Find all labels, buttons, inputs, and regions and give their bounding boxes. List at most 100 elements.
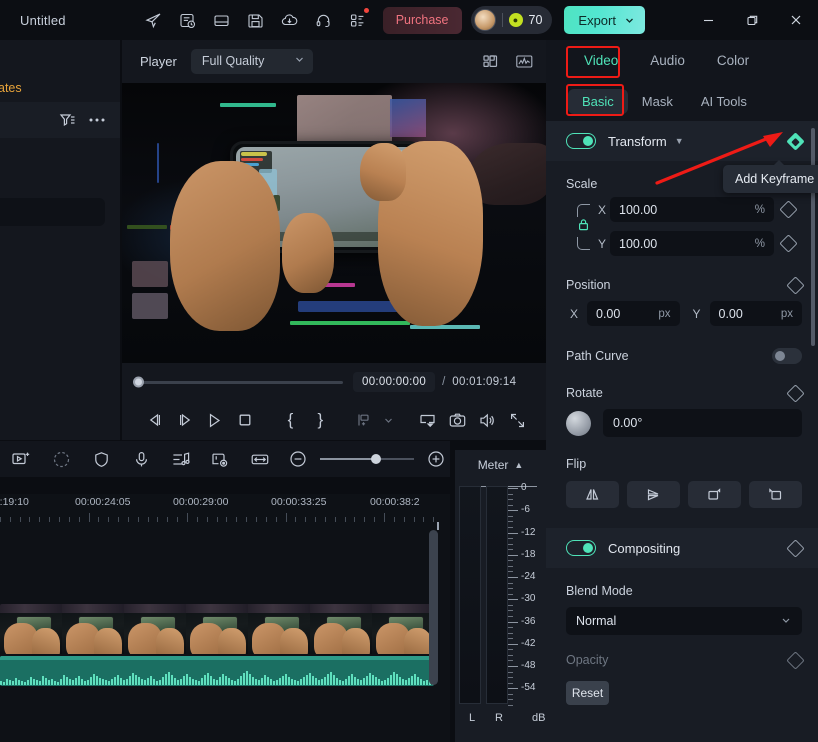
chevron-down-icon[interactable]: ▼ [675,136,684,146]
waveform-bar [135,675,137,685]
filter-icon[interactable] [59,112,76,129]
scale-y-input[interactable]: 100.00 % [610,231,774,256]
flip-vertical-button[interactable] [627,481,680,508]
export-button[interactable]: Export [564,6,645,34]
fit-to-screen-icon[interactable] [240,445,280,473]
seek-handle[interactable] [133,376,144,388]
current-timecode[interactable]: 00:00:00:00 [353,372,436,392]
position-y-input[interactable]: 0.00 px [709,301,802,326]
collapse-caret-icon[interactable]: ▲ [514,460,523,470]
next-frame-button[interactable] [170,405,200,435]
headset-support-icon[interactable] [311,7,337,33]
layout-icon[interactable] [209,7,235,33]
timeline-playhead[interactable] [437,522,439,530]
waveform-bar [417,677,419,685]
rotate-left-button[interactable] [749,481,802,508]
grid-view-icon[interactable] [482,53,499,70]
compositing-toggle[interactable] [566,540,596,556]
save-icon[interactable] [243,7,269,33]
waveform-bar [258,680,260,685]
credits-widget[interactable]: ● 70 [470,6,553,34]
fullscreen-button[interactable] [502,405,532,435]
blend-mode-select[interactable]: Normal [566,607,802,635]
reset-button[interactable]: Reset [566,681,609,705]
path-curve-toggle[interactable] [772,348,802,364]
send-icon[interactable] [141,7,167,33]
user-avatar[interactable] [473,9,496,31]
scale-y-keyframe-icon[interactable] [778,234,798,253]
quality-select[interactable]: Full Quality [190,48,313,74]
tab-video[interactable]: Video [568,40,634,81]
zoom-slider-track[interactable] [320,454,415,464]
tab-audio[interactable]: Audio [634,40,701,81]
timeline-vertical-scrollbar[interactable] [429,530,438,685]
chevron-down-icon [294,54,305,68]
stop-button[interactable] [230,405,260,435]
position-x-input[interactable]: 0.00 px [587,301,680,326]
mark-out-button[interactable]: } [305,405,335,435]
add-keyframe-diamond-icon[interactable] [786,131,805,151]
thumb-hand [94,628,122,654]
meter-tick-major [508,554,518,556]
minimize-button[interactable] [686,0,730,40]
left-panel-active-tab[interactable]: ates [0,81,22,95]
scopes-icon[interactable] [515,53,534,70]
auto-cut-icon[interactable] [2,445,42,473]
rotate-dial[interactable] [566,410,591,436]
opacity-keyframe-icon[interactable] [786,650,805,670]
subtab-basic[interactable]: Basic [568,88,628,114]
properties-scrollbar[interactable] [811,128,815,346]
meter-tick-major [508,510,518,512]
waveform-bar [42,676,44,685]
timeline-tracks[interactable] [0,522,450,742]
display-settings-button[interactable] [412,405,442,435]
more-options-icon[interactable] [88,117,106,123]
rotate-right-button[interactable] [688,481,741,508]
transform-toggle[interactable] [566,133,596,149]
auto-reframe-icon[interactable] [42,445,82,473]
subtab-aitools[interactable]: AI Tools [687,89,761,114]
maximize-button[interactable] [730,0,774,40]
volume-button[interactable] [472,405,502,435]
audio-clip[interactable] [0,656,434,686]
previous-frame-button[interactable] [140,405,170,435]
zoom-in-icon[interactable] [422,445,450,473]
tab-color[interactable]: Color [701,40,765,81]
meter-header[interactable]: Meter ▲ [455,450,546,480]
lock-aspect-ratio-icon[interactable] [577,218,590,236]
mark-in-button[interactable]: { [276,405,306,435]
timeline-ruler[interactable]: 00:19:10 00:00:24:05 00:00:29:00 00:00:3… [0,494,450,522]
video-clip[interactable] [0,604,434,654]
game-hud-bar [241,152,267,156]
zoom-out-icon[interactable] [284,445,312,473]
add-marker-button[interactable] [349,405,379,435]
purchase-button[interactable]: Purchase [382,6,462,34]
thumb-bg [124,604,186,613]
silence-detect-icon[interactable] [201,445,241,473]
voiceover-mic-icon[interactable] [121,445,161,473]
shield-sticker-icon[interactable] [81,445,121,473]
zoom-slider-handle[interactable] [371,454,382,464]
rotate-keyframe-icon[interactable] [786,383,805,403]
scale-x-keyframe-icon[interactable] [778,200,798,219]
cloud-download-icon[interactable] [277,7,303,33]
play-button[interactable] [200,405,230,435]
snapshot-button[interactable] [442,405,472,435]
waveform-bar [48,680,50,685]
position-label: Position [566,278,611,292]
waveform-bar [36,680,38,685]
left-panel-search-field[interactable] [0,198,105,226]
history-list-icon[interactable] [175,7,201,33]
rotate-input[interactable]: 0.00° [603,409,802,437]
compositing-keyframe-icon[interactable] [786,538,805,558]
seek-slider[interactable] [133,376,343,388]
beat-detect-icon[interactable] [161,445,201,473]
flip-horizontal-button[interactable] [566,481,619,508]
scale-x-input[interactable]: 100.00 % [610,197,774,222]
marker-dropdown-button[interactable] [379,405,398,435]
close-button[interactable] [774,0,818,40]
position-keyframe-icon[interactable] [786,275,805,295]
apps-grid-icon[interactable] [345,7,371,33]
video-preview[interactable] [122,83,546,363]
subtab-mask[interactable]: Mask [628,89,687,114]
